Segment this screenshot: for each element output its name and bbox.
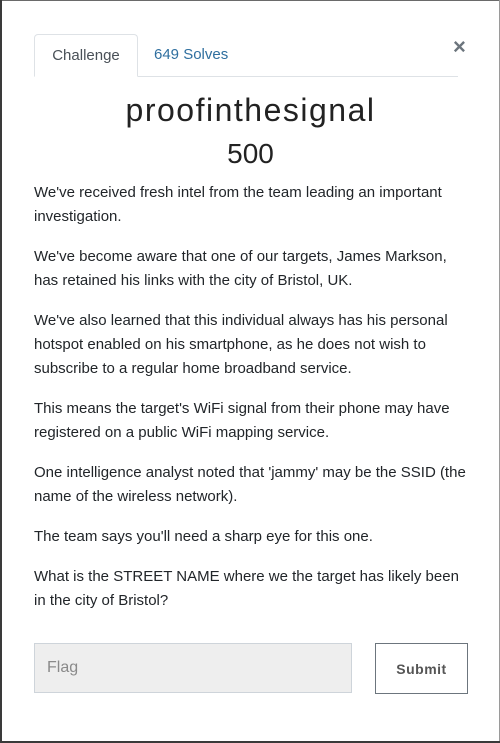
submit-button[interactable]: Submit [375,643,468,694]
description-paragraph: What is the STREET NAME where we the tar… [34,568,459,609]
modal-tabs: Challenge 649 Solves [34,34,458,77]
tab-challenge[interactable]: Challenge [34,34,138,77]
close-icon[interactable]: × [453,35,466,59]
description-paragraph: One intelligence analyst noted that 'jam… [34,464,466,505]
description-paragraph: This means the target's WiFi signal from… [34,400,450,441]
flag-input[interactable] [34,643,352,693]
tab-solves[interactable]: 649 Solves [154,34,228,75]
challenge-modal: Challenge 649 Solves × proofinthesignal … [2,1,499,741]
description-paragraph: We've also learned that this individual … [34,312,448,377]
description-paragraph: We've received fresh intel from the team… [34,184,442,225]
challenge-points: 500 [227,138,274,169]
challenge-description: We've received fresh intel from the team… [34,181,474,629]
description-paragraph: We've become aware that one of our targe… [34,248,447,289]
challenge-name: proofinthesignal [125,92,376,128]
description-paragraph: The team says you'll need a sharp eye fo… [34,528,373,545]
